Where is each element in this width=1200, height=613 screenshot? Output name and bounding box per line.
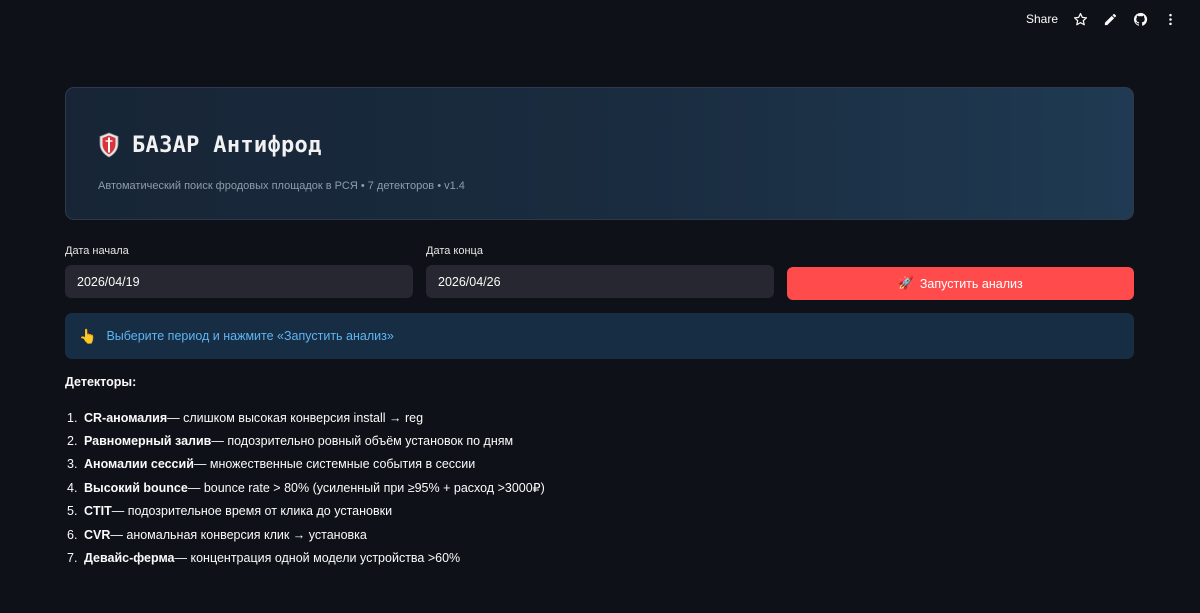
end-date-input[interactable]: 2026/04/26 [426, 265, 774, 298]
end-date-value: 2026/04/26 [438, 274, 501, 289]
info-alert: 👆 Выберите период и нажмите «Запустить а… [65, 313, 1134, 359]
run-analysis-label: Запустить анализ [919, 276, 1023, 291]
list-item-number: 1. [67, 410, 78, 425]
detector-description: — аномальная конверсия клик → установка [110, 527, 367, 542]
pointing-hand-icon: 👆 [79, 327, 97, 344]
edit-icon[interactable] [1102, 11, 1118, 27]
list-item-number: 7. [67, 551, 78, 566]
more-vertical-icon[interactable] [1162, 11, 1178, 27]
page-title: БАЗАР Антифрод [132, 132, 322, 158]
detector-description: — концентрация одной модели устройства >… [174, 551, 461, 566]
list-item-number: 6. [67, 527, 78, 542]
info-message: Выберите период и нажмите «Запустить ана… [106, 329, 394, 343]
list-item: 5. CTIT — подозрительное время от клика … [67, 500, 545, 523]
list-item-number: 3. [67, 457, 78, 472]
app-page: Share БАЗАР Антифрод Автоматический поис… [0, 0, 1200, 613]
end-date-field: Дата конца 2026/04/26 [426, 245, 774, 298]
end-date-label: Дата конца [426, 245, 483, 257]
detector-description: — подозрительно ровный объём установок п… [211, 434, 514, 449]
start-date-field: Дата начала 2026/04/19 [65, 245, 413, 298]
detector-name: Высокий bounce [84, 480, 188, 495]
rocket-icon: 🚀 [898, 276, 914, 290]
list-item: 1. CR-аномалия — слишком высокая конверс… [67, 406, 545, 429]
start-date-input[interactable]: 2026/04/19 [65, 265, 413, 298]
list-item-number: 4. [67, 480, 78, 495]
detector-name: CR-аномалия [84, 410, 168, 425]
page-subtitle: Автоматический поиск фродовых площадок в… [98, 180, 465, 192]
header-card: БАЗАР Антифрод Автоматический поиск фрод… [65, 87, 1134, 220]
detector-name: Равномерный залив [84, 434, 212, 449]
share-button[interactable]: Share [1026, 12, 1058, 26]
detectors-list: 1. CR-аномалия — слишком высокая конверс… [67, 406, 545, 570]
detector-name: CVR [84, 527, 111, 542]
detector-name: CTIT [84, 504, 112, 519]
detector-description: — подозрительное время от клика до устан… [111, 504, 393, 519]
detector-description: — bounce rate > 80% (усиленный при ≥95% … [187, 481, 545, 496]
header-title-row: БАЗАР Антифрод [98, 132, 322, 158]
detector-description: — слишком высокая конверсия install → re… [167, 410, 424, 425]
detector-name: Девайс-ферма [84, 551, 175, 566]
list-item: 2. Равномерный залив — подозрительно ров… [67, 429, 545, 452]
shield-icon [98, 132, 120, 158]
list-item-number: 2. [67, 434, 78, 449]
list-item: 7. Девайс-ферма — концентрация одной мод… [67, 546, 545, 569]
star-icon[interactable] [1072, 11, 1088, 27]
run-analysis-button[interactable]: 🚀 Запустить анализ [787, 267, 1134, 300]
detectors-heading: Детекторы: [65, 375, 137, 389]
github-icon[interactable] [1132, 11, 1148, 27]
list-item: 4. Высокий bounce — bounce rate > 80% (у… [67, 476, 545, 499]
detector-description: — множественные системные события в сесс… [193, 457, 476, 472]
top-toolbar: Share [1026, 8, 1178, 30]
detector-name: Аномалии сессий [84, 457, 194, 472]
start-date-value: 2026/04/19 [77, 274, 140, 289]
start-date-label: Дата начала [65, 245, 129, 257]
list-item: 3. Аномалии сессий — множественные систе… [67, 453, 545, 476]
list-item-number: 5. [67, 504, 78, 519]
list-item: 6. CVR — аномальная конверсия клик → уст… [67, 523, 545, 546]
